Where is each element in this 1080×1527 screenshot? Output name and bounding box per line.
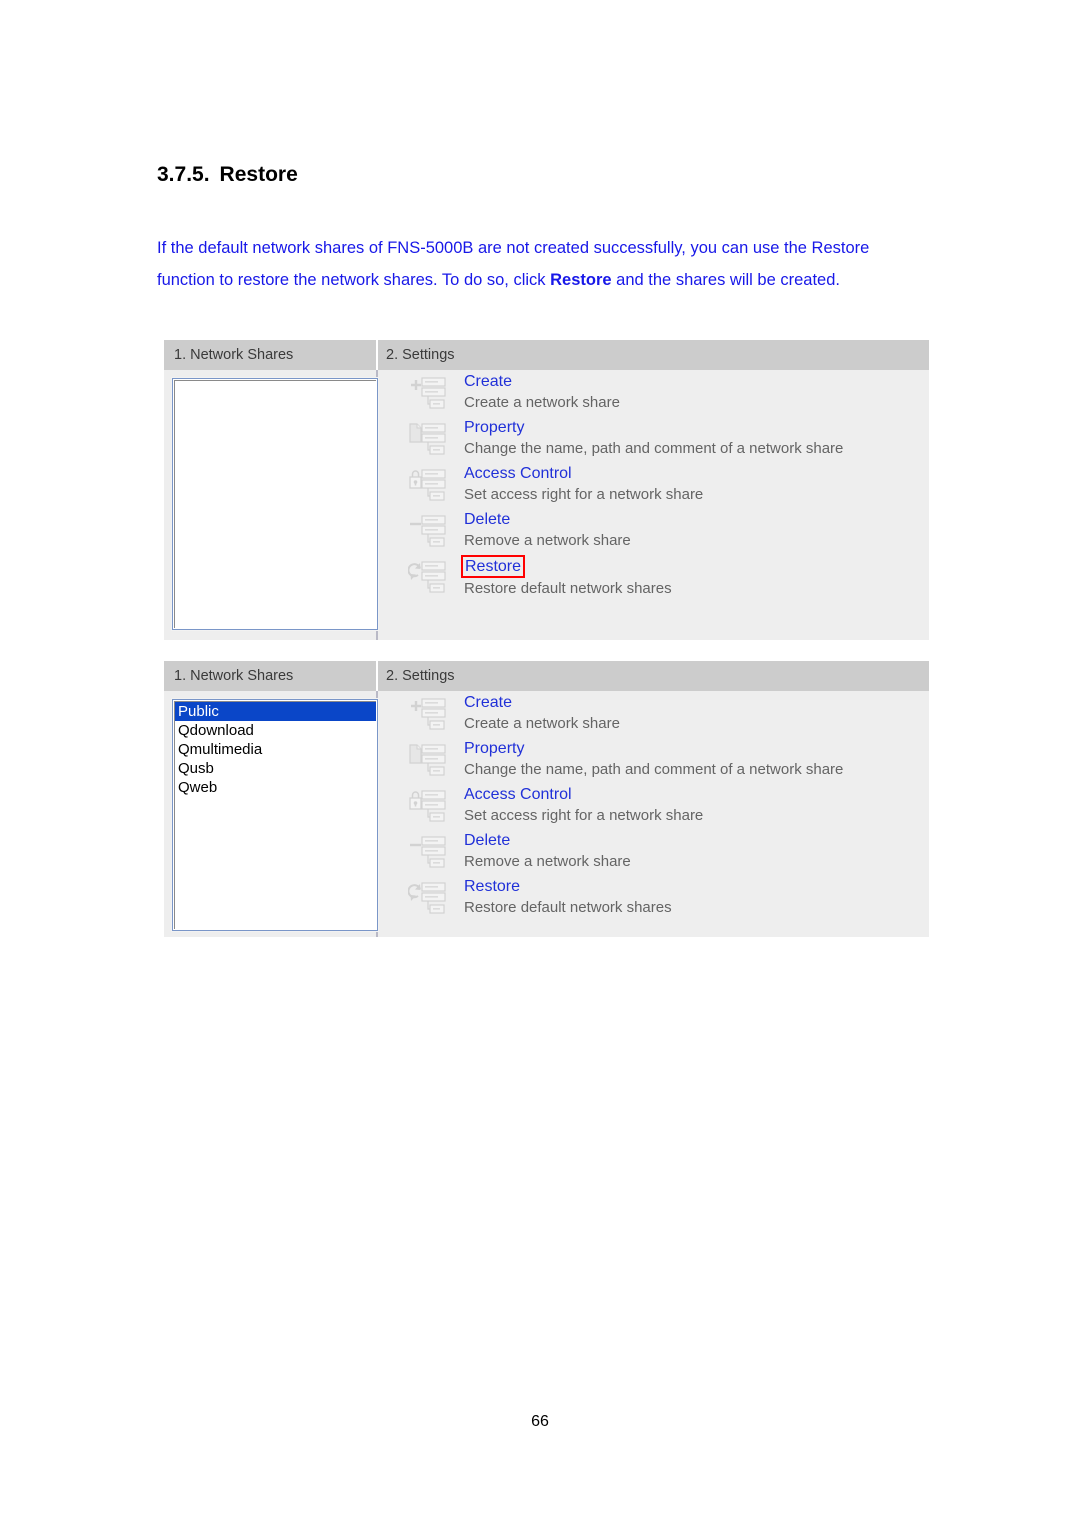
setting-description: Create a network share: [464, 715, 620, 732]
setting-action-row[interactable]: Restore Restore default network shares: [380, 555, 929, 602]
document-page: 3.7.5. Restore If the default network sha…: [0, 0, 1080, 1527]
network-shares-list[interactable]: [174, 380, 376, 628]
setting-description: Set access right for a network share: [464, 807, 704, 824]
setting-description: Change the name, path and comment of a n…: [464, 761, 844, 778]
setting-link-wrapper: Property: [464, 417, 843, 438]
settings-action-list: Create Create a network share Property Chan…: [380, 372, 929, 640]
setting-description: Restore default network shares: [464, 580, 672, 597]
setting-link-access-control[interactable]: Access Control: [464, 784, 572, 805]
setting-text-block: Property Change the name, path and commen…: [464, 738, 843, 780]
setting-link-delete[interactable]: Delete: [464, 830, 510, 851]
setting-link-wrapper: Restore: [461, 555, 672, 578]
body-paragraph: If the default network shares of FNS-500…: [157, 232, 902, 296]
page-number: 66: [531, 1413, 549, 1430]
setting-link-create[interactable]: Create: [464, 692, 512, 713]
setting-action-row[interactable]: Access Control Set access right for a net…: [380, 785, 929, 831]
setting-link-restore[interactable]: Restore: [464, 876, 520, 897]
setting-description: Remove a network share: [464, 532, 631, 549]
tab-network-shares[interactable]: 1. Network Shares: [174, 661, 293, 691]
list-item[interactable]: Qusb: [175, 759, 376, 778]
setting-link-wrapper: Property: [464, 738, 843, 759]
add-server-icon: [408, 697, 446, 731]
heading-number: 3.7.5.: [157, 163, 210, 186]
setting-link-wrapper: Delete: [464, 830, 631, 851]
setting-link-wrapper: Access Control: [464, 463, 703, 484]
setting-link-delete[interactable]: Delete: [464, 509, 510, 530]
network-shares-list[interactable]: Public Qdownload Qmultimedia Qusb Qweb: [174, 701, 376, 929]
setting-link-restore[interactable]: Restore: [461, 555, 526, 578]
setting-description: Set access right for a network share: [464, 486, 704, 503]
setting-text-block: Access Control Set access right for a net…: [464, 463, 703, 505]
setting-link-wrapper: Create: [464, 692, 620, 713]
list-item[interactable]: Qmultimedia: [175, 740, 376, 759]
setting-link-access-control[interactable]: Access Control: [464, 463, 572, 484]
setting-link-property[interactable]: Property: [464, 417, 524, 438]
lock-server-icon: [408, 789, 446, 823]
tab-settings[interactable]: 2. Settings: [386, 661, 455, 691]
setting-link-wrapper: Delete: [464, 509, 631, 530]
setting-description: Change the name, path and comment of a n…: [464, 440, 844, 457]
screenshot-network-shares-restored: 1. Network Shares 2. Settings Public Qdow…: [164, 661, 929, 937]
setting-link-wrapper: Restore: [464, 876, 672, 897]
document-server-icon: [408, 422, 446, 456]
screenshot-network-shares-empty: 1. Network Shares 2. Settings Create Crea…: [164, 340, 929, 640]
setting-description: Restore default network shares: [464, 899, 672, 916]
setting-link-property[interactable]: Property: [464, 738, 524, 759]
settings-action-list: Create Create a network share Property Chan…: [380, 693, 929, 937]
paragraph-text-part-2: and the shares will be created.: [611, 271, 840, 289]
network-shares-listbox[interactable]: [172, 378, 378, 630]
setting-description: Create a network share: [464, 394, 620, 411]
tab-settings[interactable]: 2. Settings: [386, 340, 455, 370]
add-server-icon: [408, 376, 446, 410]
setting-action-row[interactable]: Restore Restore default network shares: [380, 877, 929, 923]
setting-link-create[interactable]: Create: [464, 371, 512, 392]
setting-link-wrapper: Create: [464, 371, 620, 392]
network-shares-listbox[interactable]: Public Qdownload Qmultimedia Qusb Qweb: [172, 699, 378, 931]
setting-text-block: Delete Remove a network share: [464, 830, 631, 872]
setting-action-row[interactable]: Create Create a network share: [380, 372, 929, 418]
list-item[interactable]: Qweb: [175, 778, 376, 797]
list-item[interactable]: Qdownload: [175, 721, 376, 740]
paragraph-bold-restore: Restore: [550, 271, 612, 289]
refresh-server-icon: [407, 881, 446, 915]
list-item[interactable]: Public: [175, 702, 376, 721]
refresh-server-icon: [407, 560, 446, 594]
setting-text-block: Access Control Set access right for a net…: [464, 784, 703, 826]
setting-text-block: Create Create a network share: [464, 692, 620, 734]
setting-action-row[interactable]: Property Change the name, path and commen…: [380, 739, 929, 785]
setting-text-block: Delete Remove a network share: [464, 509, 631, 551]
remove-server-icon: [408, 835, 446, 869]
page-title: 3.7.5. Restore: [157, 163, 298, 187]
setting-action-row[interactable]: Delete Remove a network share: [380, 510, 929, 556]
setting-text-block: Restore Restore default network shares: [464, 876, 672, 918]
setting-text-block: Create Create a network share: [464, 371, 620, 413]
heading-title: Restore: [219, 163, 298, 186]
setting-action-row[interactable]: Delete Remove a network share: [380, 831, 929, 877]
lock-server-icon: [408, 468, 446, 502]
setting-text-block: Property Change the name, path and commen…: [464, 417, 843, 459]
document-server-icon: [408, 743, 446, 777]
setting-action-row[interactable]: Access Control Set access right for a net…: [380, 464, 929, 510]
setting-action-row[interactable]: Create Create a network share: [380, 693, 929, 739]
setting-text-block: Restore Restore default network shares: [461, 555, 672, 599]
remove-server-icon: [408, 514, 446, 548]
tab-network-shares[interactable]: 1. Network Shares: [174, 340, 293, 370]
setting-description: Remove a network share: [464, 853, 631, 870]
setting-action-row[interactable]: Property Change the name, path and commen…: [380, 418, 929, 464]
setting-link-wrapper: Access Control: [464, 784, 703, 805]
